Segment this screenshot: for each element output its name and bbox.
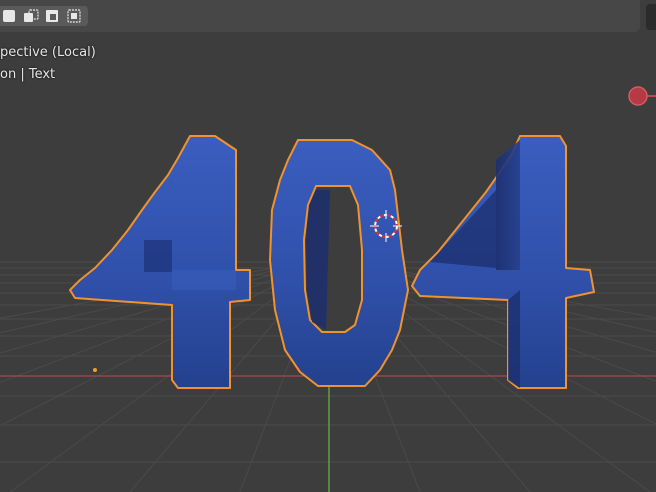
select-subtract-icon[interactable] xyxy=(42,6,64,26)
viewport-header xyxy=(0,0,640,32)
object-origin-point xyxy=(93,368,97,372)
select-intersect-icon[interactable] xyxy=(64,6,86,26)
select-new-icon[interactable] xyxy=(0,6,20,26)
viewport-scene[interactable] xyxy=(0,0,656,492)
select-mode-group xyxy=(0,6,88,26)
3d-viewport[interactable]: pective (Local) on | Text xyxy=(0,0,656,492)
view-name-label: pective (Local) xyxy=(0,45,96,60)
select-extend-icon[interactable] xyxy=(20,6,42,26)
3d-cursor-icon[interactable] xyxy=(370,210,402,242)
gizmo-x-axis-icon[interactable] xyxy=(626,84,656,108)
object-info-label: on | Text xyxy=(0,67,56,82)
header-region-edge xyxy=(646,4,656,30)
